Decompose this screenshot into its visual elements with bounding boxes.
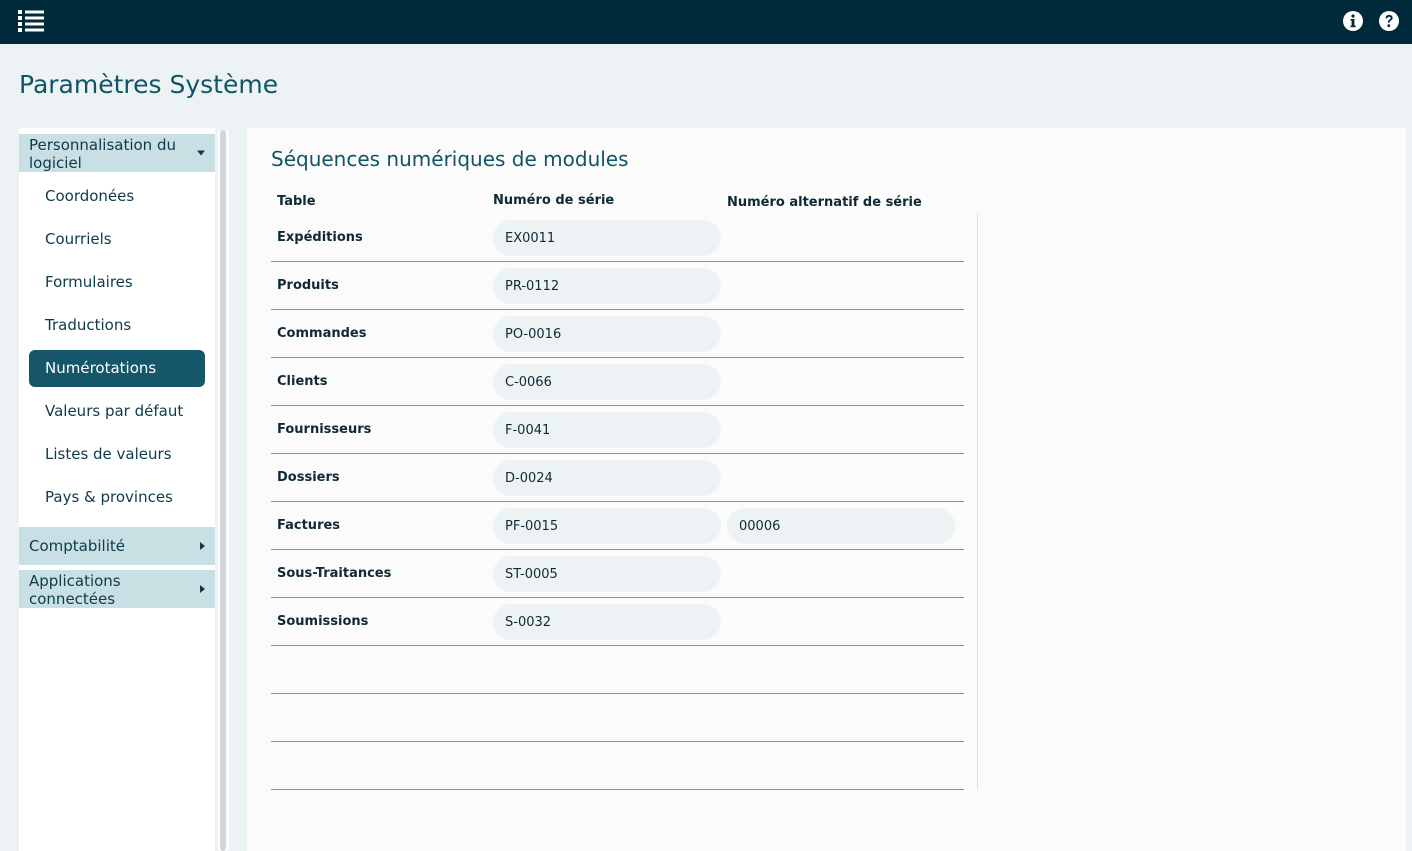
table-row: Dossiers — [271, 454, 964, 502]
row-label: Fournisseurs — [277, 422, 372, 437]
empty-table-row — [271, 694, 964, 742]
caret-down-icon — [197, 150, 205, 156]
row-label: Factures — [277, 518, 341, 533]
sidebar-item-label: Listes de valeurs — [45, 445, 172, 463]
section-label: Comptabilité — [29, 537, 125, 555]
caret-right-icon — [200, 542, 205, 550]
row-label: Sous-Traitances — [277, 566, 392, 581]
alt-serial-number-input[interactable] — [727, 508, 955, 544]
serial-number-input[interactable] — [493, 412, 721, 448]
section-label: Applications connectées — [29, 572, 121, 608]
sidebar-item-coordonnees[interactable]: Coordonées — [29, 178, 205, 215]
section-comptabilite[interactable]: Comptabilité — [19, 527, 215, 565]
serial-number-input[interactable] — [493, 364, 721, 400]
sidebar-scrollbar[interactable] — [218, 130, 229, 851]
section-applications-connectees[interactable]: Applications connectées — [19, 570, 215, 608]
section-label: Personnalisation du logiciel — [29, 136, 176, 172]
top-bar — [0, 0, 1412, 44]
serial-number-input[interactable] — [493, 220, 721, 256]
row-label: Soumissions — [277, 614, 369, 629]
serial-number-input[interactable] — [493, 508, 721, 544]
info-circle-icon[interactable] — [1342, 10, 1364, 32]
sidebar-item-formulaires[interactable]: Formulaires — [29, 264, 205, 301]
scrollbar-thumb[interactable] — [220, 130, 226, 851]
serial-number-input[interactable] — [493, 604, 721, 640]
page-title: Paramètres Système — [19, 70, 279, 99]
list-menu-icon[interactable] — [18, 9, 44, 33]
sidebar-item-label: Numérotations — [45, 359, 157, 377]
settings-sidebar: Personnalisation du logiciel Coordonées … — [19, 128, 215, 851]
serial-number-input[interactable] — [493, 460, 721, 496]
column-header-alt-serial: Numéro alternatif de série — [727, 195, 922, 210]
sidebar-item-pays-provinces[interactable]: Pays & provinces — [29, 479, 205, 516]
serial-number-input[interactable] — [493, 556, 721, 592]
row-label: Produits — [277, 278, 339, 293]
table-row: Fournisseurs — [271, 406, 964, 454]
sidebar-item-label: Pays & provinces — [45, 488, 173, 506]
sidebar-item-label: Valeurs par défaut — [45, 402, 184, 420]
sidebar-item-numerotations[interactable]: Numérotations — [29, 350, 205, 387]
table-row: Expéditions — [271, 214, 964, 262]
table-divider — [977, 213, 978, 790]
table-row: Sous-Traitances — [271, 550, 964, 598]
serial-number-input[interactable] — [493, 268, 721, 304]
empty-table-row — [271, 646, 964, 694]
section-personnalisation[interactable]: Personnalisation du logiciel — [19, 134, 215, 172]
column-header-serial: Numéro de série — [493, 193, 615, 208]
column-header-table: Table — [277, 194, 316, 209]
table-row: Produits — [271, 262, 964, 310]
row-label: Expéditions — [277, 230, 363, 245]
sidebar-item-label: Coordonées — [45, 187, 135, 205]
sidebar-item-label: Traductions — [45, 316, 132, 334]
row-label: Commandes — [277, 326, 367, 341]
table-row: Soumissions — [271, 598, 964, 646]
sidebar-item-label: Courriels — [45, 230, 112, 248]
table-row: Commandes — [271, 310, 964, 358]
sidebar-item-courriels[interactable]: Courriels — [29, 221, 205, 258]
sidebar-item-traductions[interactable]: Traductions — [29, 307, 205, 344]
serial-number-input[interactable] — [493, 316, 721, 352]
sidebar-item-valeurs-par-defaut[interactable]: Valeurs par défaut — [29, 393, 205, 430]
caret-right-icon — [200, 585, 205, 593]
question-circle-icon[interactable] — [1378, 10, 1400, 32]
row-label: Clients — [277, 374, 328, 389]
empty-table-row — [271, 742, 964, 790]
main-panel: Séquences numériques de modules Table Nu… — [247, 128, 1406, 851]
row-label: Dossiers — [277, 470, 340, 485]
sidebar-item-label: Formulaires — [45, 273, 133, 291]
table-row: Clients — [271, 358, 964, 406]
section-title: Séquences numériques de modules — [271, 147, 629, 171]
table-row: Factures — [271, 502, 964, 550]
sidebar-item-listes-de-valeurs[interactable]: Listes de valeurs — [29, 436, 205, 473]
